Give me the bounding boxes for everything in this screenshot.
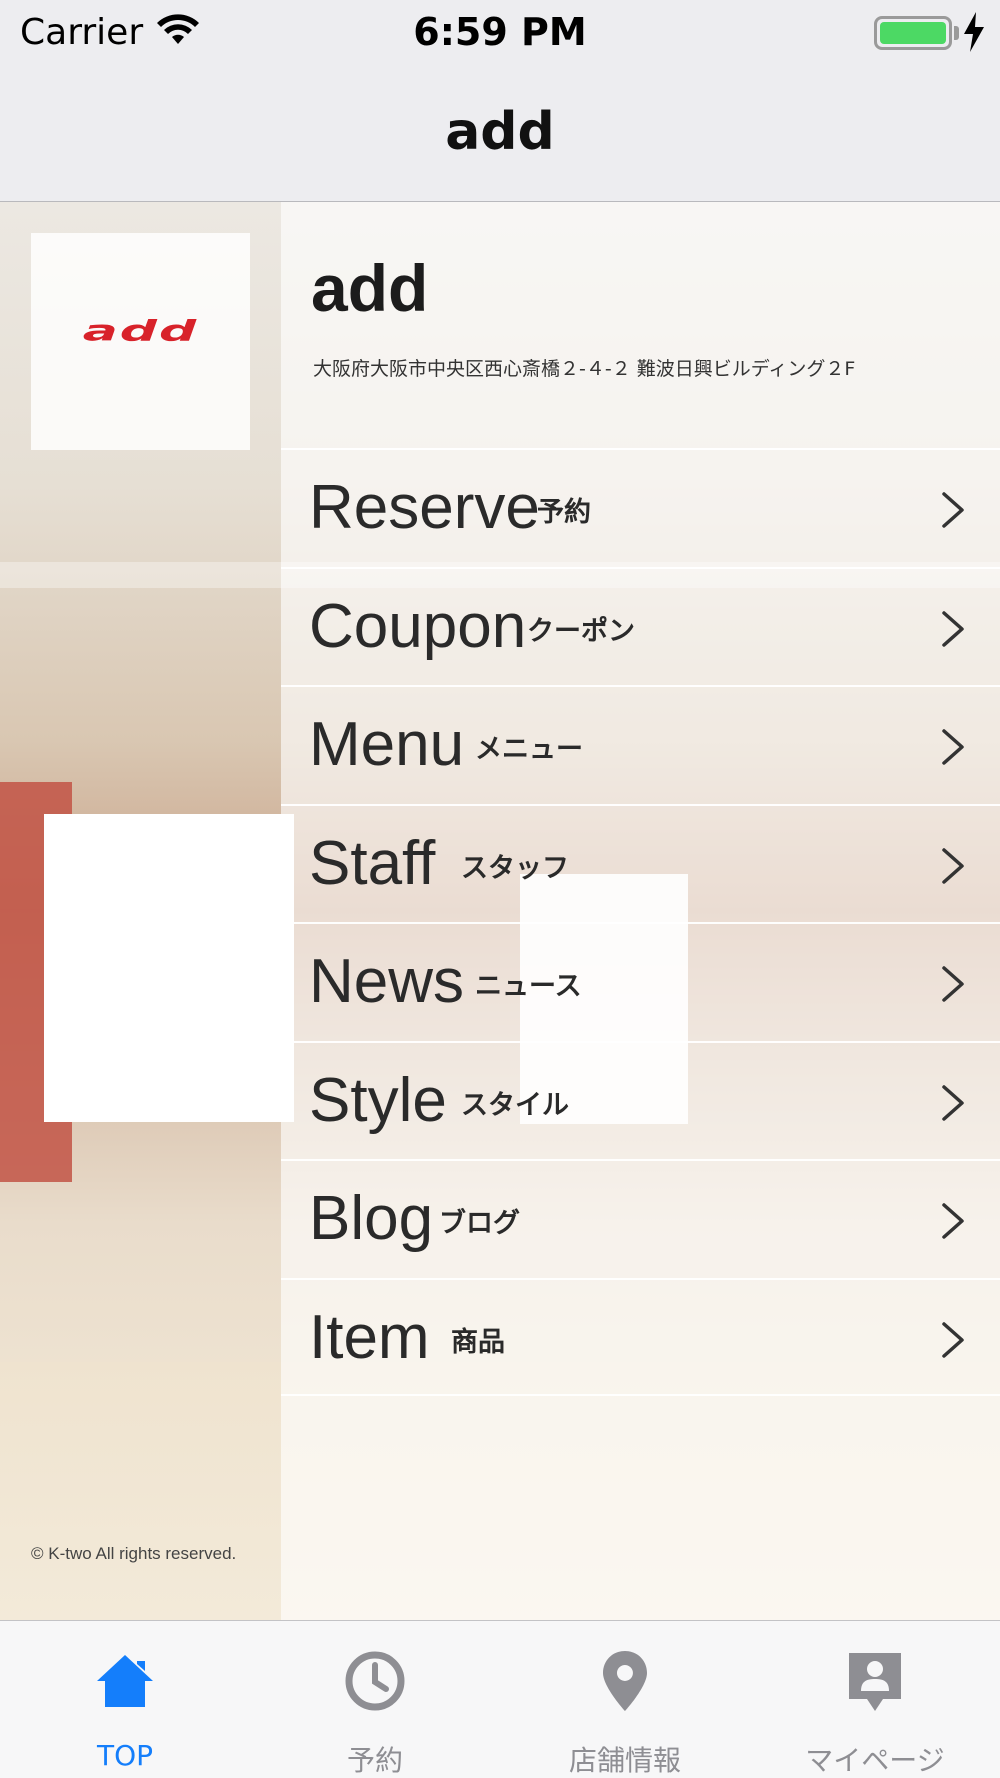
main-content: add © K-two All rights reserved. add 大阪府… — [0, 202, 1000, 1620]
menu-item-sublabel: ブログ — [439, 1208, 520, 1239]
menu-item-label: Menu — [309, 710, 465, 779]
profile-icon — [849, 1653, 901, 1711]
battery-level — [880, 22, 946, 44]
menu-item-label: Blog — [309, 1184, 434, 1253]
tab-reserve[interactable]: 予約 — [250, 1621, 500, 1778]
menu-item-menu[interactable]: Menu メニュー — [281, 685, 1000, 804]
tab-label: 店舗情報 — [568, 1744, 681, 1777]
menu-item-sublabel: スタイル — [461, 1089, 569, 1121]
menu-item-reserve[interactable]: Reserve 予約 — [281, 448, 1000, 567]
menu-item-label: Reserve — [309, 473, 540, 542]
charging-bolt-icon — [964, 12, 984, 52]
menu-item-label: News — [309, 947, 465, 1016]
tab-label: TOP — [96, 1739, 154, 1772]
menu-item-label: Coupon — [309, 591, 527, 661]
status-time: 6:59 PM — [413, 10, 587, 54]
menu-item-label: Item — [309, 1302, 430, 1372]
shop-logo: add — [31, 233, 250, 450]
tab-label: マイページ — [805, 1744, 945, 1777]
copyright-text: © K-two All rights reserved. — [31, 1544, 237, 1563]
navigation-bar: add — [0, 66, 1000, 202]
menu-item-sublabel: 商品 — [451, 1326, 505, 1358]
status-bar: Carrier 6:59 PM — [0, 0, 1000, 66]
menu-item-news[interactable]: News ニュース — [281, 922, 1000, 1041]
tab-my-page[interactable]: マイページ — [750, 1621, 1000, 1778]
menu-item-sublabel: スタッフ — [461, 852, 569, 884]
logo-text: add — [82, 314, 199, 348]
shop-address: 大阪府大阪市中央区西心斎橋２-４-２ 難波日興ビルディング２F — [313, 358, 856, 380]
location-pin-icon — [603, 1651, 647, 1711]
battery-tip — [954, 26, 959, 40]
clock-icon — [345, 1651, 405, 1711]
tab-shop-info[interactable]: 店舗情報 — [500, 1621, 750, 1778]
shop-name: add — [311, 251, 429, 325]
chevron-right-icon — [942, 1321, 964, 1358]
menu-item-coupon[interactable]: Coupon クーポン — [281, 566, 1000, 686]
menu-list: Reserve 予約 Coupon クーポン Menu メニュー Staff スタッフ News… — [281, 448, 1000, 1396]
menu-item-label: Style — [309, 1065, 447, 1135]
chevron-right-icon — [942, 966, 964, 1002]
nav-title: add — [445, 102, 555, 162]
menu-item-sublabel: メニュー — [475, 734, 583, 765]
chevron-right-icon — [942, 729, 964, 765]
menu-item-staff[interactable]: Staff スタッフ — [281, 803, 1000, 923]
menu-item-item[interactable]: Item 商品 — [281, 1277, 1000, 1396]
menu-item-blog[interactable]: Blog ブログ — [281, 1159, 1000, 1278]
battery-icon — [874, 16, 952, 50]
tab-label: 予約 — [346, 1744, 403, 1777]
chevron-right-icon — [942, 1084, 964, 1121]
menu-item-label: Staff — [309, 828, 436, 898]
menu-item-sublabel: ニュース — [475, 971, 582, 1002]
chevron-right-icon — [942, 847, 964, 884]
tab-bar: TOP 予約 店舗情報 マイページ — [0, 1620, 1000, 1778]
chevron-right-icon — [942, 492, 964, 528]
menu-item-sublabel: クーポン — [527, 615, 635, 647]
chevron-right-icon — [942, 610, 964, 647]
home-icon — [97, 1655, 153, 1707]
chevron-right-icon — [942, 1203, 964, 1239]
sidebar: add © K-two All rights reserved. — [0, 202, 281, 1620]
tab-top[interactable]: TOP — [0, 1621, 250, 1778]
menu-item-sublabel: 予約 — [537, 497, 591, 528]
menu-item-style[interactable]: Style スタイル — [281, 1040, 1000, 1160]
